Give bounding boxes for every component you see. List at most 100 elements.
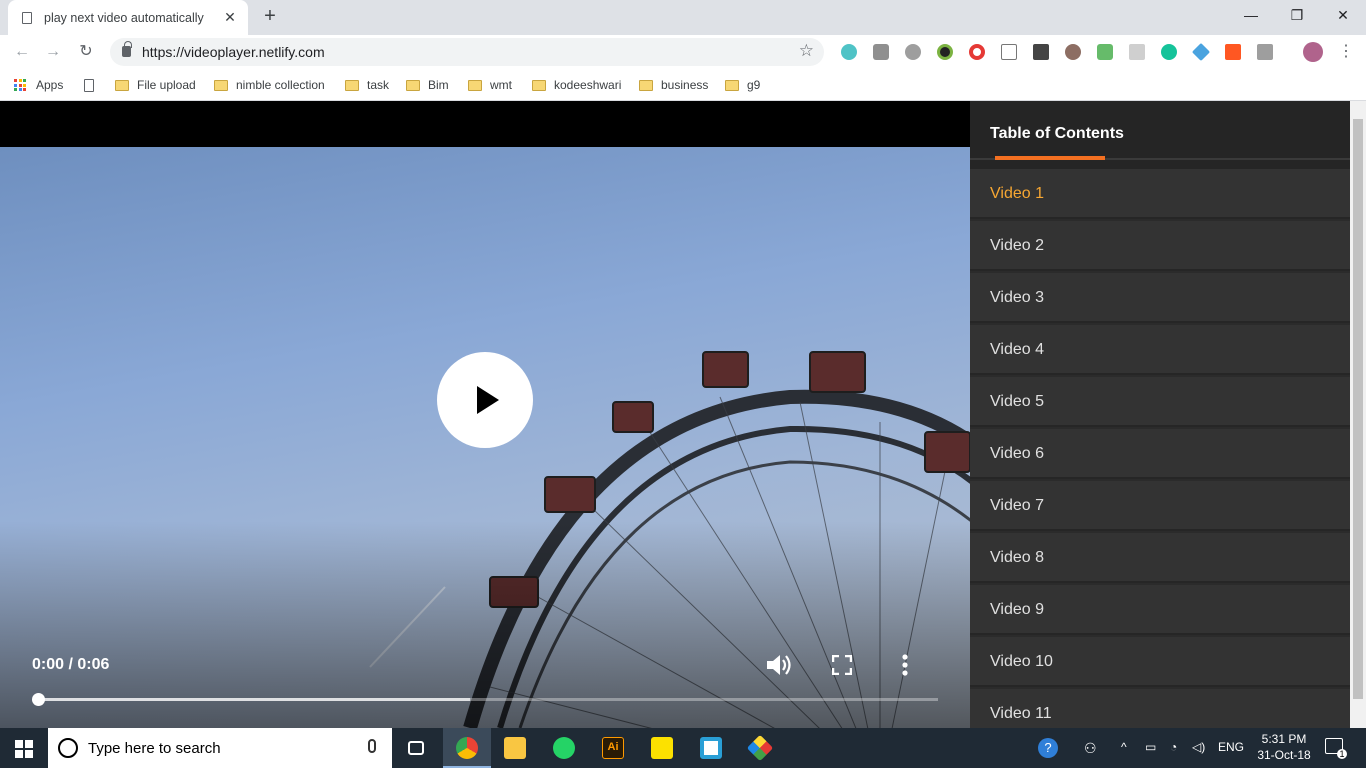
profile-avatar[interactable] — [1303, 42, 1323, 62]
close-window-button[interactable]: ✕ — [1320, 4, 1366, 26]
brush-extension-icon[interactable] — [1033, 44, 1049, 60]
system-clock[interactable]: 5:31 PM 31-Oct-18 — [1254, 731, 1314, 763]
cube-extension-icon[interactable] — [841, 44, 857, 60]
cookie-extension-icon[interactable] — [1065, 44, 1081, 60]
tab-strip: play next video automatically ✕ + — ❐ ✕ — [0, 0, 1366, 35]
toc-item-video-4[interactable]: Video 4 — [970, 325, 1350, 375]
yandex-extension-icon[interactable] — [1225, 44, 1241, 60]
folder-icon — [214, 79, 228, 91]
minimize-button[interactable]: — — [1228, 4, 1274, 26]
bookmark-bim[interactable]: Bim — [406, 76, 449, 94]
whatsapp-icon[interactable] — [540, 728, 588, 768]
camera-extension-icon[interactable] — [873, 44, 889, 60]
bookmark-label: File upload — [137, 78, 196, 92]
language-indicator[interactable]: ENG — [1218, 740, 1244, 754]
fullscreen-icon[interactable] — [832, 655, 852, 675]
apps-grid-icon — [14, 79, 26, 91]
page-scrollbar[interactable] — [1350, 101, 1366, 728]
bookmark-star-icon[interactable]: ☆ — [799, 41, 814, 61]
folder-icon — [345, 79, 359, 91]
toc-item-video-5[interactable]: Video 5 — [970, 377, 1350, 427]
toc-item-video-9[interactable]: Video 9 — [970, 585, 1350, 635]
more-options-icon[interactable] — [900, 653, 910, 677]
task-view-icon[interactable] — [392, 728, 440, 768]
page-icon — [22, 11, 32, 24]
wifi-icon[interactable]: ◔ — [1170, 740, 1177, 754]
forward-button[interactable]: → — [41, 40, 65, 64]
toc-item-video-7[interactable]: Video 7 — [970, 481, 1350, 531]
diamond-extension-icon[interactable] — [1191, 42, 1211, 62]
battery-icon[interactable]: ▭ — [1145, 740, 1156, 754]
scrubber-handle[interactable] — [32, 693, 45, 706]
git-icon[interactable] — [736, 728, 784, 768]
bookmark-business[interactable]: business — [639, 76, 708, 94]
help-icon[interactable]: ? — [1038, 738, 1058, 758]
browser-window: play next video automatically ✕ + — ❐ ✕ … — [0, 0, 1366, 101]
maximize-button[interactable]: ❐ — [1274, 4, 1320, 26]
opera-extension-icon[interactable] — [969, 44, 985, 60]
bookmark-kodeeshwari[interactable]: kodeeshwari — [532, 76, 621, 94]
folder-icon — [115, 79, 129, 91]
toc-item-video-11[interactable]: Video 11 — [970, 689, 1350, 728]
taskbar-search[interactable]: Type here to search — [48, 728, 392, 768]
text-extension-icon[interactable] — [1001, 44, 1017, 60]
app-icon[interactable] — [687, 728, 735, 768]
people-icon[interactable]: ⚇ — [1084, 740, 1097, 757]
toc-item-video-6[interactable]: Video 6 — [970, 429, 1350, 479]
folder-icon — [532, 79, 546, 91]
volume-icon[interactable] — [765, 652, 793, 678]
speaker-icon[interactable]: ◁) — [1192, 740, 1205, 754]
page-icon — [84, 78, 94, 92]
time-display: 0:00 / 0:06 — [32, 656, 110, 673]
file-explorer-icon[interactable] — [491, 728, 539, 768]
cortana-icon — [58, 738, 78, 758]
toc-item-video-10[interactable]: Video 10 — [970, 637, 1350, 687]
bookmark-label: business — [661, 78, 709, 92]
clock-date: 31-Oct-18 — [1257, 748, 1311, 762]
bookmark-label: task — [367, 78, 390, 92]
toc-item-video-1[interactable]: Video 1 — [970, 169, 1350, 219]
chrome-icon[interactable] — [443, 728, 491, 768]
microphone-icon[interactable] — [368, 739, 376, 753]
filter-extension-icon[interactable] — [1129, 44, 1145, 60]
windows-start-icon[interactable] — [15, 740, 33, 758]
toc-item-video-3[interactable]: Video 3 — [970, 273, 1350, 323]
address-bar[interactable]: https://videoplayer.netlify.com ☆ — [110, 38, 824, 66]
bookmark-label: Apps — [36, 78, 64, 92]
buffered-bar — [38, 698, 470, 701]
grammarly-icon[interactable] — [1161, 44, 1177, 60]
back-button[interactable]: ← — [10, 40, 34, 64]
table-of-contents-panel: Table of Contents Video 1 Video 2 Video 3V… — [970, 101, 1350, 728]
toc-item-video-8[interactable]: Video 8 — [970, 533, 1350, 583]
chevron-up-icon[interactable]: ^ — [1121, 740, 1127, 754]
bookmark-apps[interactable]: Apps — [14, 76, 63, 94]
tab-close-button[interactable]: ✕ — [222, 9, 238, 26]
sticky-notes-icon[interactable] — [638, 728, 686, 768]
play-button[interactable] — [437, 352, 533, 448]
menu-kebab-icon[interactable]: ⋮ — [1334, 40, 1358, 64]
controls-gradient — [0, 521, 970, 728]
chat-extension-icon[interactable] — [905, 44, 921, 60]
translate-extension-icon[interactable] — [1257, 44, 1273, 60]
notification-count: 1 — [1337, 749, 1347, 759]
bookmark-file-upload[interactable]: File upload — [115, 76, 196, 94]
progress-bar[interactable] — [32, 693, 938, 706]
bookmark-nimble-collection[interactable]: nimble collection — [214, 76, 325, 94]
new-tab-button[interactable]: + — [259, 6, 281, 28]
toc-item-video-2[interactable]: Video 2 — [970, 221, 1350, 271]
check-extension-icon[interactable] — [1097, 44, 1113, 60]
bookmark-wmt[interactable]: wmt — [468, 76, 512, 94]
illustrator-icon[interactable]: Ai — [589, 728, 637, 768]
url-text[interactable]: https://videoplayer.netlify.com — [142, 44, 325, 60]
toc-title: Table of Contents — [990, 125, 1124, 142]
reload-button[interactable]: ↻ — [74, 40, 98, 64]
browser-tab[interactable]: play next video automatically ✕ — [8, 0, 248, 35]
scrollbar-thumb[interactable] — [1353, 119, 1363, 699]
color-extension-icon[interactable] — [937, 44, 953, 60]
bookmark-page[interactable] — [84, 76, 94, 94]
bookmark-g9[interactable]: g9 — [725, 76, 760, 94]
folder-icon — [406, 79, 420, 91]
video-player[interactable]: 0:00 / 0:06 — [0, 101, 970, 728]
bookmark-task[interactable]: task — [345, 76, 389, 94]
taskbar: Type here to search Ai ? ⚇ ^ ▭ ◔ ◁) ENG … — [0, 728, 1366, 768]
